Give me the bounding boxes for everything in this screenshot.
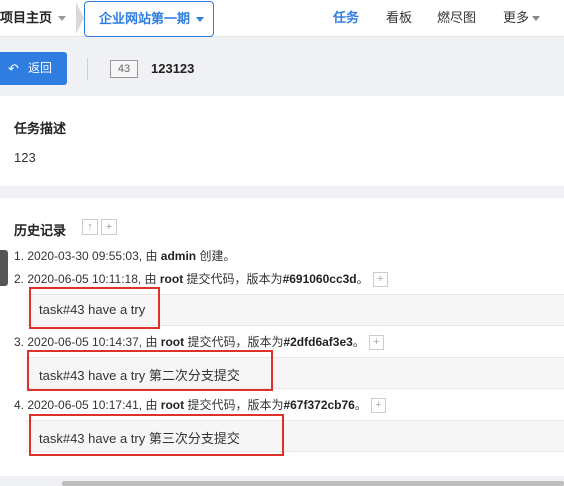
history-item: 2. 2020-06-05 10:11:18, 由 root 提交代码，版本为#… bbox=[14, 271, 388, 288]
history-item: 4. 2020-06-05 10:17:41, 由 root 提交代码，版本为#… bbox=[14, 397, 386, 414]
chevron-down-icon bbox=[196, 17, 205, 23]
breadcrumb-home-label: 项目主页 bbox=[0, 10, 53, 25]
history-comment: task#43 have a try 第二次分支提交 bbox=[26, 357, 564, 389]
history-comment: task#43 have a try 第三次分支提交 bbox=[26, 420, 564, 452]
toolbar-divider bbox=[87, 58, 88, 80]
description-title: 任务描述 bbox=[14, 121, 67, 136]
plus-icon[interactable]: + bbox=[372, 272, 388, 288]
plus-icon[interactable]: + bbox=[370, 398, 386, 414]
history-item: 1. 2020-03-30 09:55:03, 由 admin 创建。 bbox=[14, 248, 235, 264]
tab-burndown-label: 燃尽图 bbox=[437, 10, 477, 25]
history-item: 3. 2020-06-05 10:14:37, 由 root 提交代码，版本为#… bbox=[14, 334, 384, 351]
history-comment-text: task#43 have a try 第二次分支提交 bbox=[39, 368, 240, 383]
history-item-prefix: 4. 2020-06-05 10:17:41, 由 bbox=[14, 398, 161, 412]
tab-more-label: 更多 bbox=[503, 10, 530, 25]
history-comment-text: task#43 have a try bbox=[39, 302, 146, 317]
history-panel: 历史记录 ↑ + 1. 2020-03-30 09:55:03, 由 admin… bbox=[0, 198, 564, 476]
undo-icon: ↶ bbox=[8, 61, 19, 76]
breadcrumb-home[interactable]: 项目主页 bbox=[0, 0, 67, 36]
breadcrumb-project[interactable]: 企业网站第一期 bbox=[84, 1, 214, 37]
history-user: root bbox=[160, 398, 185, 412]
history-user: root bbox=[159, 272, 184, 286]
history-user: admin bbox=[160, 249, 197, 263]
chevron-down-icon bbox=[58, 16, 67, 22]
back-button[interactable]: ↶ 返回 bbox=[0, 52, 67, 85]
description-text: 123 bbox=[14, 150, 36, 165]
revision-link[interactable]: #2dfd6af3e3 bbox=[283, 335, 352, 349]
plus-icon[interactable]: + bbox=[101, 219, 117, 235]
revision-link[interactable]: #691060cc3d bbox=[283, 272, 357, 286]
plus-icon[interactable]: + bbox=[368, 335, 384, 351]
tab-more[interactable]: 更多 bbox=[503, 0, 541, 36]
history-action: 提交代码，版本为 bbox=[184, 335, 284, 349]
history-item-prefix: 2. 2020-06-05 10:11:18, 由 bbox=[14, 272, 160, 286]
back-button-label: 返回 bbox=[28, 61, 53, 75]
history-suffix: 。 bbox=[356, 272, 369, 286]
revision-link[interactable]: #67f372cb76 bbox=[283, 398, 354, 412]
history-action: 提交代码，版本为 bbox=[184, 398, 284, 412]
history-action: 提交代码，版本为 bbox=[183, 272, 283, 286]
description-panel: 任务描述 123 bbox=[0, 96, 564, 186]
history-item-prefix: 1. 2020-03-30 09:55:03, 由 bbox=[14, 249, 161, 263]
breadcrumb-separator bbox=[76, 2, 84, 34]
history-user: root bbox=[160, 335, 185, 349]
task-id-badge: 43 bbox=[110, 60, 138, 78]
breadcrumb-project-label: 企业网站第一期 bbox=[99, 11, 191, 26]
history-comment: task#43 have a try bbox=[26, 294, 564, 326]
chevron-down-icon bbox=[532, 16, 541, 22]
tab-kanban[interactable]: 看板 bbox=[386, 0, 412, 36]
tab-kanban-label: 看板 bbox=[386, 10, 413, 25]
tab-tasks-label: 任务 bbox=[333, 10, 360, 25]
history-action: 创建。 bbox=[196, 249, 236, 263]
history-item-prefix: 3. 2020-06-05 10:14:37, 由 bbox=[14, 335, 161, 349]
history-suffix: 。 bbox=[354, 398, 367, 412]
side-panel-handle[interactable] bbox=[0, 250, 8, 286]
horizontal-scrollbar[interactable] bbox=[62, 481, 564, 486]
tab-burndown[interactable]: 燃尽图 bbox=[437, 0, 476, 36]
history-comment-text: task#43 have a try 第三次分支提交 bbox=[39, 431, 240, 446]
history-suffix: 。 bbox=[352, 335, 365, 349]
top-navbar: 项目主页 企业网站第一期 任务 看板 燃尽图 更多 bbox=[0, 0, 564, 37]
task-title: 123123 bbox=[151, 61, 195, 76]
history-title: 历史记录 bbox=[14, 223, 67, 238]
task-toolbar: ↶ 返回 43 123123 bbox=[0, 44, 564, 96]
arrow-up-icon[interactable]: ↑ bbox=[82, 219, 98, 235]
tab-tasks[interactable]: 任务 bbox=[333, 0, 359, 36]
